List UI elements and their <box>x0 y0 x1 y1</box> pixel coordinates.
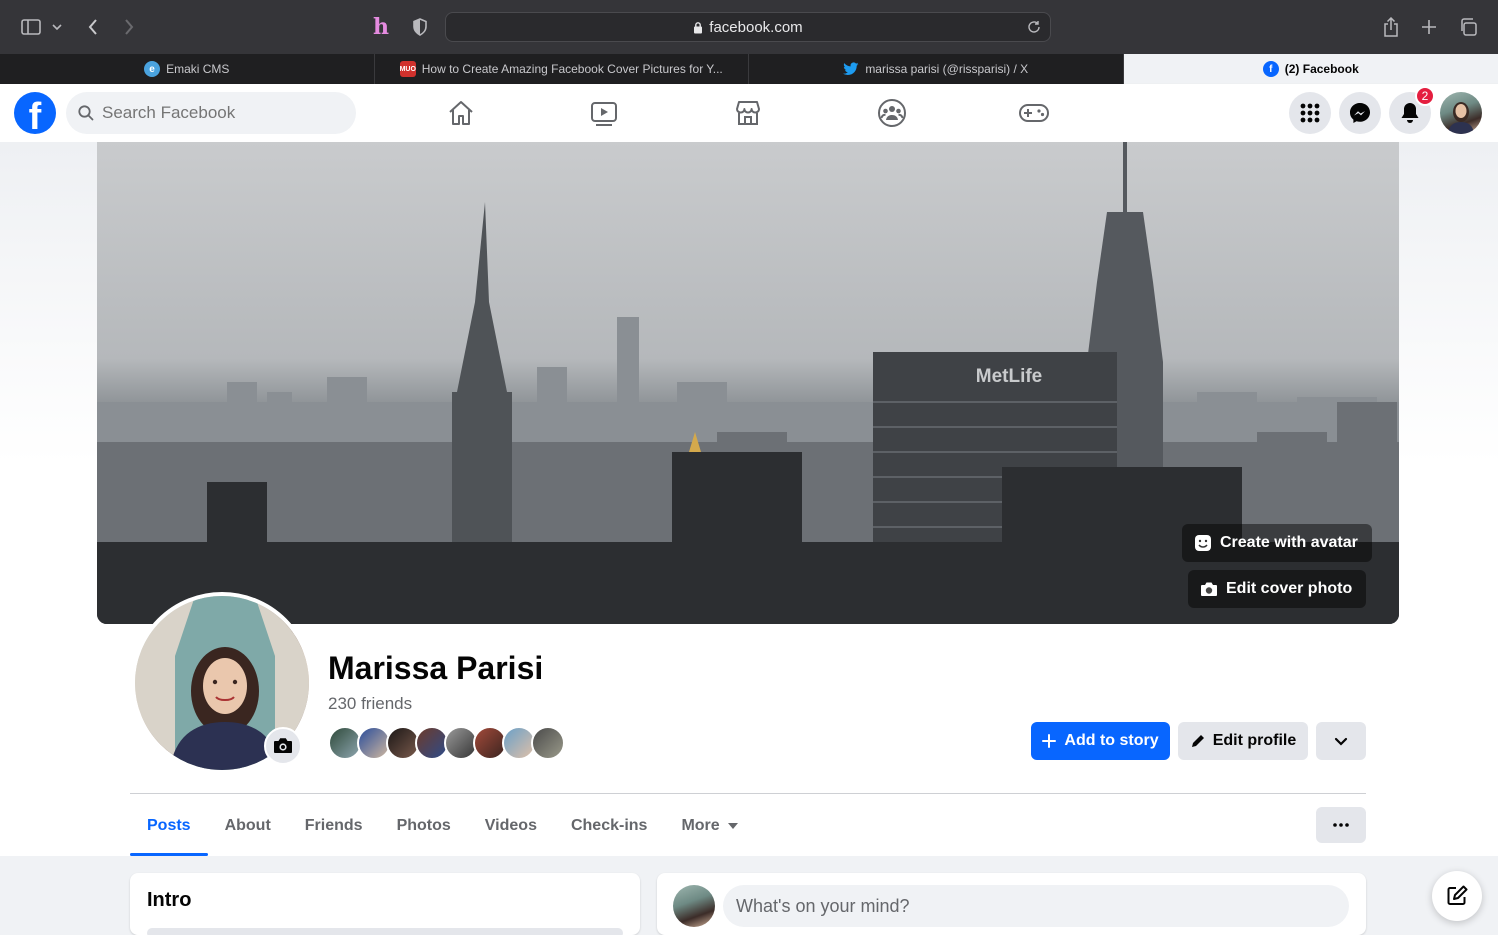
add-to-story-label: Add to story <box>1064 732 1159 749</box>
add-to-story-button[interactable]: Add to story <box>1031 722 1170 760</box>
edit-cover-photo-button[interactable]: Edit cover photo <box>1188 570 1367 608</box>
notifications-icon[interactable]: 2 <box>1389 86 1435 134</box>
browser-tab[interactable]: e Emaki CMS <box>0 54 375 84</box>
composer-avatar[interactable] <box>673 885 715 927</box>
url-text: facebook.com <box>709 18 803 36</box>
browser-toolbar: h facebook.com <box>0 0 1498 54</box>
tab-label: Videos <box>484 817 537 834</box>
address-bar[interactable]: facebook.com <box>445 12 1051 42</box>
search-box[interactable] <box>66 92 356 134</box>
search-input[interactable] <box>102 103 332 123</box>
update-profile-picture-button[interactable] <box>264 727 302 765</box>
tab-overview-icon[interactable] <box>1453 12 1483 42</box>
reload-icon[interactable] <box>1024 17 1044 37</box>
home-icon[interactable] <box>441 94 481 132</box>
messenger-icon[interactable] <box>1339 92 1381 134</box>
chevron-down-icon[interactable] <box>44 12 70 42</box>
tab-videos[interactable]: Videos <box>468 796 554 856</box>
tab-label: About <box>224 817 271 834</box>
profile-divider <box>130 793 1366 794</box>
intro-placeholder-bar <box>147 928 623 935</box>
intro-title: Intro <box>147 889 192 911</box>
tab-posts[interactable]: Posts <box>130 796 208 856</box>
tab-photos[interactable]: Photos <box>380 796 468 856</box>
avatar-sticker-icon <box>1195 535 1211 551</box>
tab-title: marissa parisi (@rissparisi) / X <box>865 62 1029 76</box>
groups-icon[interactable] <box>872 94 912 132</box>
tab-label: Photos <box>396 817 451 834</box>
compose-icon <box>1447 885 1468 905</box>
tab-title: How to Create Amazing Facebook Cover Pic… <box>421 62 723 76</box>
tab-more[interactable]: More <box>664 796 754 856</box>
create-avatar-label: Create with avatar <box>1220 534 1358 551</box>
facebook-header: f 2 <box>0 84 1498 142</box>
create-avatar-button[interactable]: Create with avatar <box>1182 524 1372 562</box>
honey-extension-icon[interactable]: h <box>366 12 396 42</box>
marketplace-icon[interactable] <box>728 94 768 132</box>
cover-photo: MetLife Create with avatar Edit cover ph… <box>97 142 1399 624</box>
tab-strip: e Emaki CMS MUO How to Create Amazing Fa… <box>0 54 1498 84</box>
tab-check-ins[interactable]: Check-ins <box>554 796 664 856</box>
plus-icon <box>1042 734 1057 748</box>
more-options-button[interactable] <box>1316 807 1366 843</box>
edit-profile-button[interactable]: Edit profile <box>1178 722 1308 760</box>
pencil-icon <box>1191 735 1204 747</box>
search-icon <box>78 105 94 121</box>
tab-friends[interactable]: Friends <box>288 796 380 856</box>
forward-icon[interactable] <box>114 12 144 42</box>
tab-label: Posts <box>147 817 191 834</box>
camera-icon <box>1201 582 1217 596</box>
muo-favicon-icon: MUO <box>400 61 416 77</box>
twitter-favicon-icon <box>843 61 859 77</box>
friends-count[interactable]: 230 friends <box>328 694 412 714</box>
tab-title: Emaki CMS <box>166 62 230 76</box>
lock-icon <box>694 21 703 33</box>
emaki-favicon-icon: e <box>144 61 161 77</box>
tab-label: Check-ins <box>570 817 648 834</box>
gaming-icon[interactable] <box>1014 94 1054 132</box>
new-message-button[interactable] <box>1432 871 1482 921</box>
browser-tab[interactable]: MUO How to Create Amazing Facebook Cover… <box>375 54 749 84</box>
composer-placeholder: What's on your mind? <box>736 895 910 916</box>
tab-about[interactable]: About <box>208 796 288 856</box>
friend-avatars[interactable] <box>328 726 565 760</box>
whats-on-your-mind-input[interactable]: What's on your mind? <box>723 885 1349 927</box>
post-composer-card: What's on your mind? <box>657 873 1366 935</box>
menu-grid-icon[interactable] <box>1289 92 1331 134</box>
sidebar-toggle-icon[interactable] <box>16 12 46 42</box>
account-avatar[interactable] <box>1440 92 1482 134</box>
camera-icon <box>274 738 292 753</box>
privacy-shield-icon[interactable] <box>405 12 435 42</box>
share-icon[interactable] <box>1376 12 1406 42</box>
new-tab-icon[interactable] <box>1414 12 1444 42</box>
back-icon[interactable] <box>78 12 108 42</box>
facebook-logo-icon[interactable]: f <box>14 92 56 134</box>
edit-cover-label: Edit cover photo <box>1226 580 1353 597</box>
profile-options-button[interactable] <box>1316 722 1366 760</box>
metlife-sign: MetLife <box>976 366 1043 387</box>
friend-avatar[interactable] <box>531 726 565 760</box>
notification-badge: 2 <box>1415 86 1435 106</box>
ellipsis-icon <box>1333 823 1349 827</box>
tab-label: More <box>681 817 720 834</box>
profile-tabs: Posts About Friends Photos Videos Check-… <box>130 796 755 856</box>
browser-tab[interactable]: marissa parisi (@rissparisi) / X <box>749 54 1124 84</box>
intro-card: Intro <box>130 873 640 935</box>
tab-title: (2) Facebook <box>1284 62 1359 76</box>
caret-down-icon <box>727 823 738 829</box>
tab-label: Friends <box>304 817 363 834</box>
facebook-favicon-icon: f <box>1262 61 1279 77</box>
chevron-down-icon <box>1334 737 1348 746</box>
browser-tab-active[interactable]: f (2) Facebook <box>1123 54 1498 84</box>
profile-name: Marissa Parisi <box>328 650 544 686</box>
watch-icon[interactable] <box>584 94 624 132</box>
edit-profile-label: Edit profile <box>1212 732 1297 749</box>
